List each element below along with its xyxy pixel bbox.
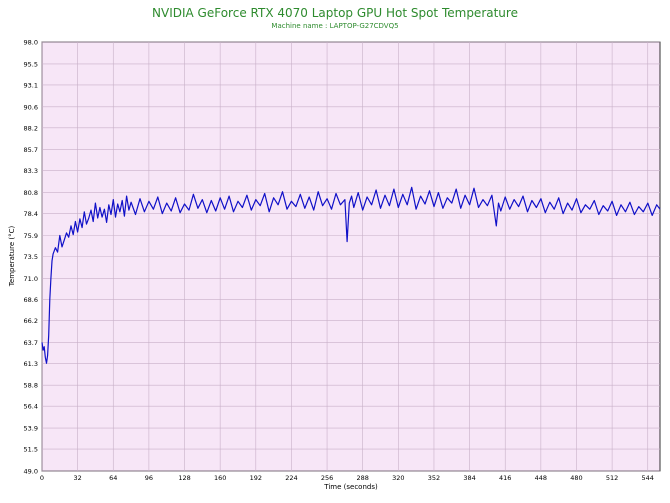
y-tick-label: 83.3 xyxy=(24,167,38,175)
y-tick-label: 66.2 xyxy=(24,317,38,325)
y-tick-label: 53.9 xyxy=(24,425,38,433)
y-tick-label: 78.4 xyxy=(24,210,38,218)
x-tick-label: 64 xyxy=(109,474,117,482)
x-tick-label: 384 xyxy=(463,474,475,482)
x-axis-ticks: 0 32 64 96 128 160 192 224 256 288 320 352 384 416 448… xyxy=(40,474,654,482)
x-tick-label: 416 xyxy=(499,474,511,482)
x-tick-label: 352 xyxy=(428,474,440,482)
x-tick-label: 288 xyxy=(356,474,368,482)
chart: NVIDIA GeForce RTX 4070 Laptop GPU Hot S… xyxy=(8,6,661,491)
x-tick-label: 224 xyxy=(285,474,297,482)
y-tick-label: 51.5 xyxy=(24,446,38,454)
y-tick-label: 75.9 xyxy=(24,232,38,240)
x-tick-label: 160 xyxy=(214,474,226,482)
x-tick-label: 480 xyxy=(570,474,582,482)
y-tick-label: 58.8 xyxy=(24,382,38,390)
y-tick-label: 73.5 xyxy=(24,253,38,261)
y-tick-label: 61.3 xyxy=(24,360,38,368)
y-tick-label: 71.0 xyxy=(24,275,38,283)
x-tick-label: 192 xyxy=(250,474,262,482)
x-tick-label: 32 xyxy=(73,474,81,482)
y-axis-ticks: 98.0 95.5 93.1 90.6 88.2 85.7 83.3 80.8 78.4 75.9… xyxy=(24,39,38,476)
y-tick-label: 95.5 xyxy=(24,60,38,68)
x-axis-label: Time (seconds) xyxy=(323,483,378,491)
x-tick-label: 448 xyxy=(535,474,547,482)
x-tick-label: 512 xyxy=(606,474,618,482)
y-tick-label: 80.8 xyxy=(24,189,38,197)
x-tick-label: 320 xyxy=(392,474,404,482)
x-tick-label: 256 xyxy=(321,474,333,482)
y-tick-label: 98.0 xyxy=(24,39,38,47)
y-tick-label: 49.0 xyxy=(24,468,38,476)
y-axis-label: Temperature (°C) xyxy=(8,226,16,288)
x-tick-label: 0 xyxy=(40,474,44,482)
y-tick-label: 68.6 xyxy=(24,296,38,304)
y-tick-label: 93.1 xyxy=(24,81,38,89)
y-tick-label: 63.7 xyxy=(24,339,38,347)
x-tick-label: 96 xyxy=(145,474,153,482)
chart-title: NVIDIA GeForce RTX 4070 Laptop GPU Hot S… xyxy=(152,6,518,20)
y-tick-label: 85.7 xyxy=(24,146,38,154)
y-tick-label: 88.2 xyxy=(24,124,38,132)
x-tick-label: 128 xyxy=(178,474,190,482)
chart-subtitle: Machine name : LAPTOP-G27CDVQ5 xyxy=(271,22,398,30)
y-tick-label: 90.6 xyxy=(24,103,38,111)
y-tick-label: 56.4 xyxy=(24,403,38,411)
x-tick-label: 544 xyxy=(642,474,654,482)
